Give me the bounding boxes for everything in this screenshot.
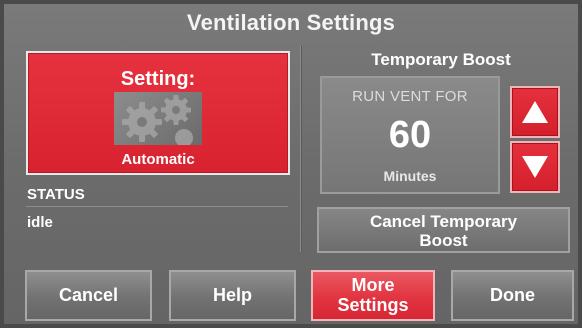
arrow-down-icon [522,156,548,178]
boost-title: Temporary Boost [371,50,511,69]
cancel-temporary-boost-button[interactable]: Cancel Temporary Boost [317,207,570,253]
boost-unit-label: Minutes [383,168,437,184]
increase-button[interactable] [510,86,560,138]
gears-icon [114,92,202,145]
run-vent-label: RUN VENT FOR [352,88,468,105]
decrease-button[interactable] [510,141,560,193]
page-title: Ventilation Settings [186,10,396,35]
cancel-boost-label-line2: Boost [419,231,468,250]
setting-value: Automatic [121,151,195,168]
thermostat-screen: Ventilation Settings Setting: Automatic … [0,0,582,328]
panel-divider [300,46,301,252]
arrow-up-icon [522,101,548,123]
more-settings-label-line2: Settings [337,295,409,315]
more-settings-button[interactable]: More Settings [311,270,435,321]
boost-panel: RUN VENT FOR 60 Minutes [320,76,500,194]
done-button[interactable]: Done [451,270,574,321]
cancel-boost-label-line1: Cancel Temporary [369,212,518,231]
help-button[interactable]: Help [169,270,296,321]
status-divider [26,206,288,207]
boost-minutes-value: 60 [388,114,432,156]
status-value: idle [27,214,53,231]
more-settings-label-line1: More [351,275,395,295]
setting-button[interactable]: Setting: Automatic [26,51,290,175]
cancel-button[interactable]: Cancel [25,270,152,321]
setting-label: Setting: [120,68,196,90]
status-label: STATUS [27,186,85,203]
